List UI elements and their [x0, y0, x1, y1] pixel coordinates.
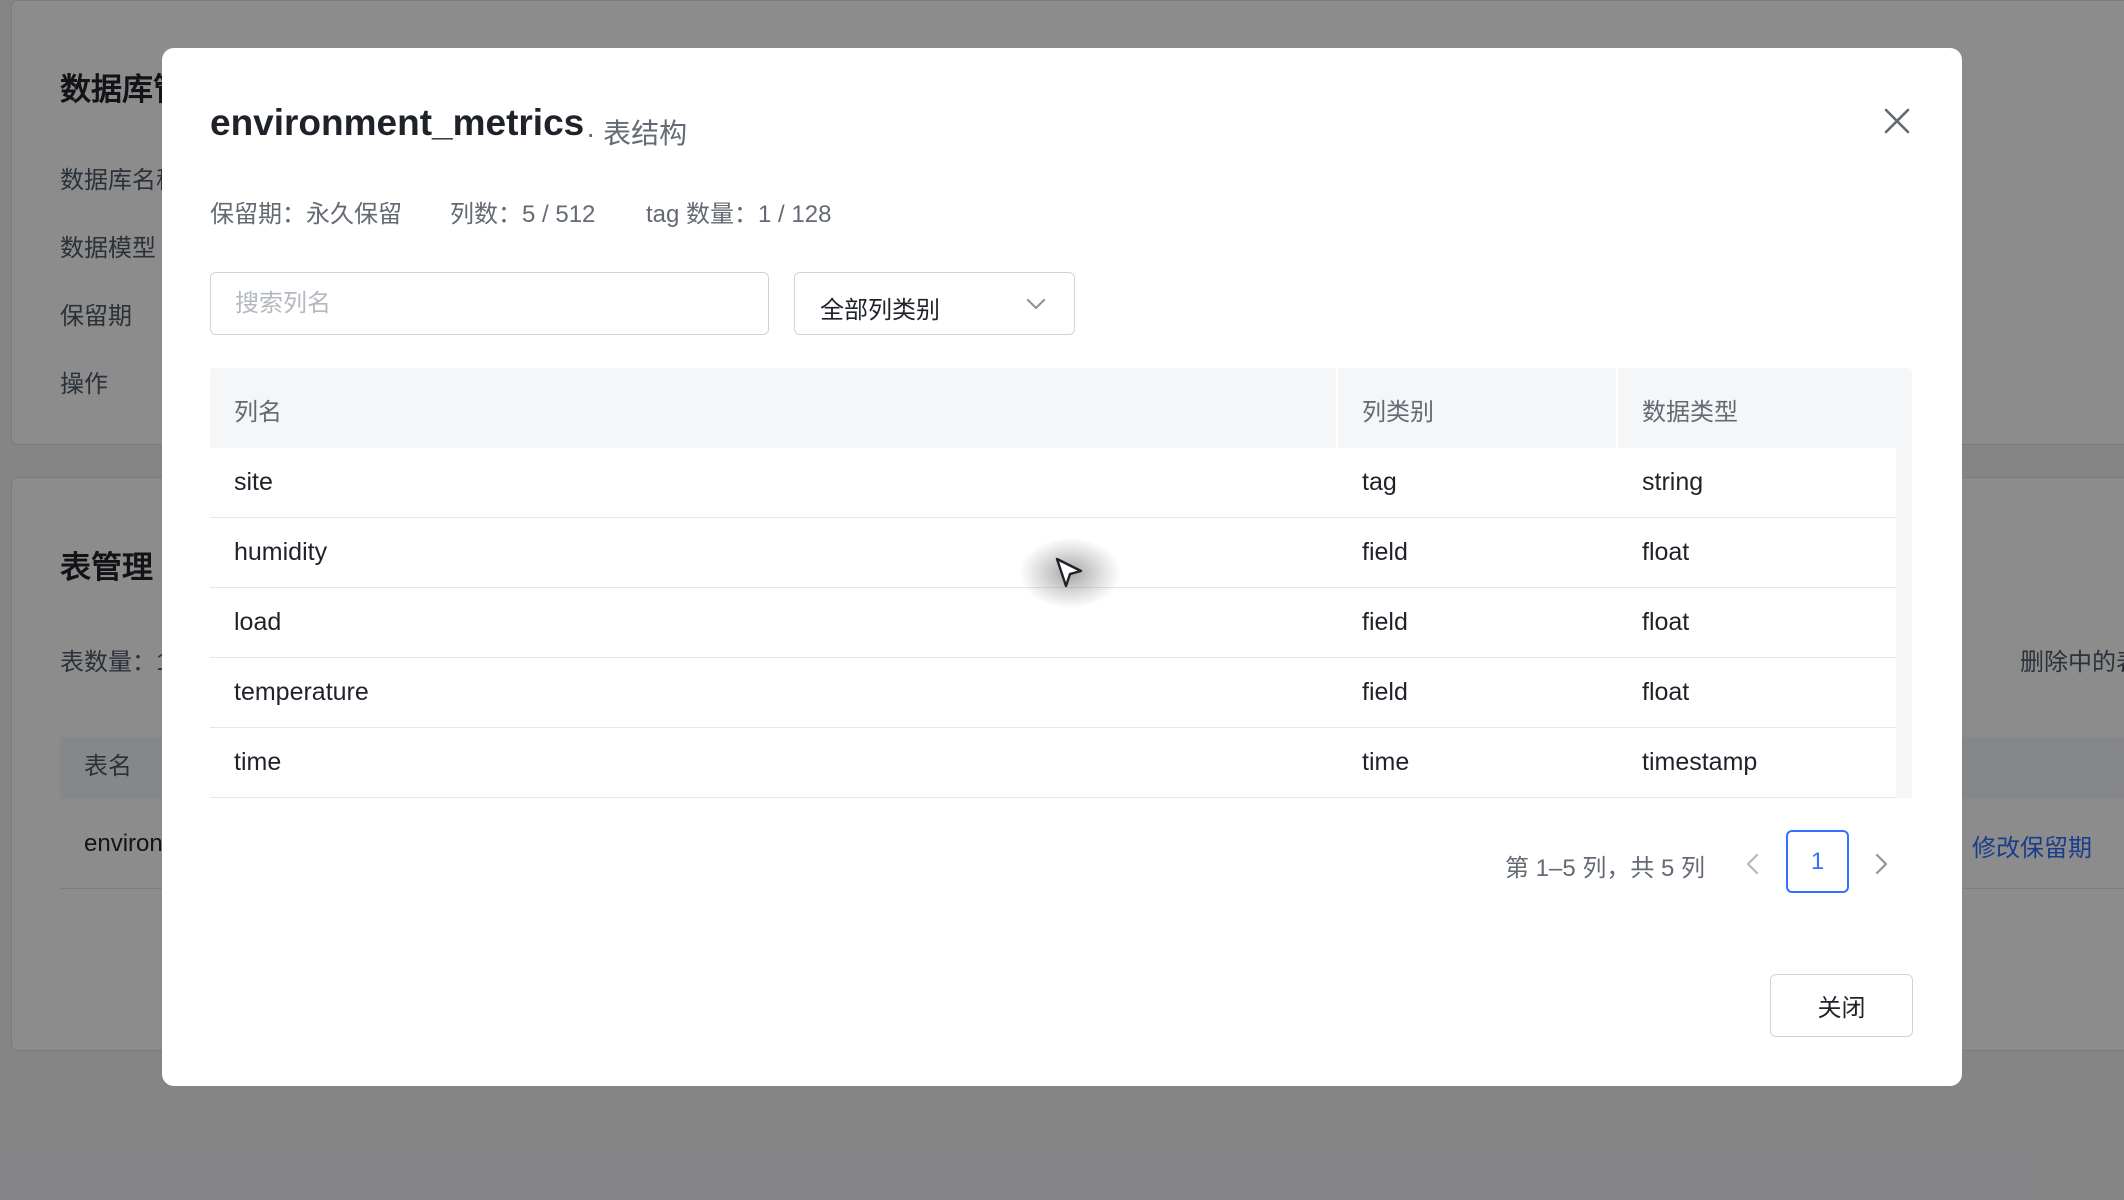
table-row: time time timestamp — [210, 728, 1896, 798]
cell-column-category: field — [1362, 608, 1408, 636]
cell-data-type: float — [1642, 678, 1690, 706]
cell-data-type: float — [1642, 608, 1690, 636]
cell-column-category: field — [1362, 538, 1408, 566]
header-column-name: 列名 — [234, 399, 282, 426]
header-separator — [1616, 368, 1618, 448]
column-category-select[interactable]: 全部列类别 — [794, 272, 1075, 335]
header-data-type: 数据类型 — [1642, 399, 1738, 426]
cell-data-type: float — [1642, 538, 1690, 566]
cell-column-name: time — [234, 748, 282, 776]
table-row: temperature field float — [210, 658, 1896, 728]
dialog-title: environment_metrics — [210, 102, 585, 143]
chevron-right-icon[interactable] — [1870, 851, 1892, 877]
cursor-pointer-icon — [1054, 556, 1084, 592]
chevron-down-icon — [1025, 295, 1047, 313]
cell-column-name: site — [234, 468, 273, 496]
columns-table-header: 列名 列类别 数据类型 — [210, 368, 1912, 448]
cell-data-type: string — [1642, 468, 1704, 496]
cell-column-category: tag — [1362, 468, 1397, 496]
table-row: site tag string — [210, 448, 1896, 518]
pagination-page-button[interactable]: 1 — [1786, 830, 1849, 893]
chevron-left-icon[interactable] — [1742, 851, 1764, 877]
column-search-input[interactable] — [210, 272, 769, 335]
cell-column-category: time — [1362, 748, 1410, 776]
column-category-select-label: 全部列类别 — [820, 297, 940, 324]
cell-column-category: field — [1362, 678, 1408, 706]
cell-column-name: load — [234, 608, 282, 636]
cell-column-name: temperature — [234, 678, 369, 706]
retention-info: 保留期：永久保留 — [210, 201, 402, 228]
table-scrollbar[interactable] — [1896, 448, 1912, 798]
dialog-subtitle: · 表结构 — [586, 118, 688, 149]
pagination-summary: 第 1–5 列，共 5 列 — [1505, 855, 1706, 882]
header-column-category: 列类别 — [1362, 399, 1434, 426]
close-button[interactable]: 关闭 — [1770, 974, 1913, 1037]
close-icon[interactable] — [1880, 104, 1914, 138]
tag-count-info: tag 数量：1 / 128 — [646, 201, 832, 228]
cell-column-name: humidity — [234, 538, 328, 566]
column-count-info: 列数：5 / 512 — [450, 201, 596, 228]
cell-data-type: timestamp — [1642, 748, 1758, 776]
header-separator — [1336, 368, 1338, 448]
